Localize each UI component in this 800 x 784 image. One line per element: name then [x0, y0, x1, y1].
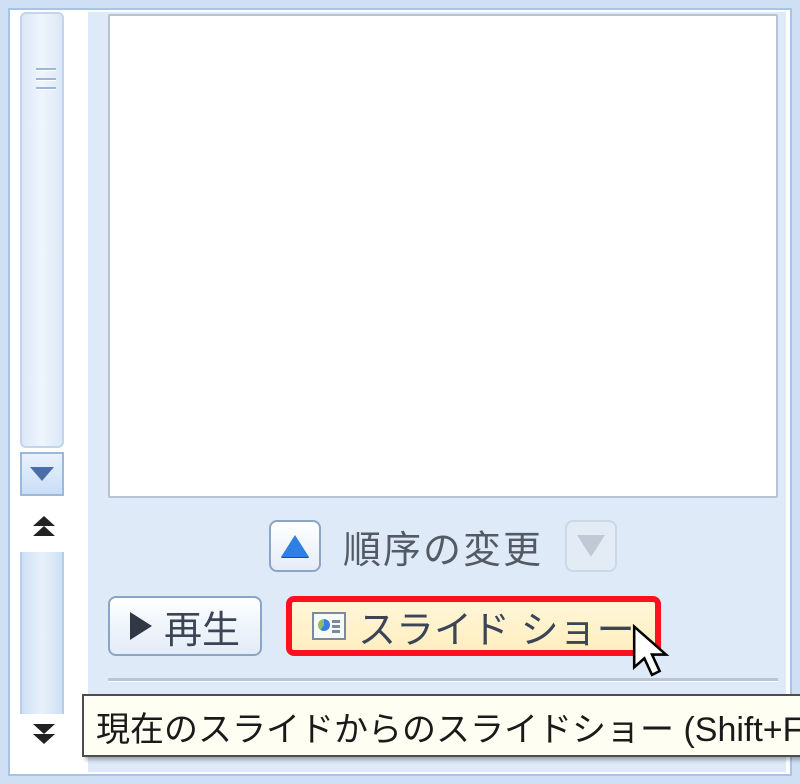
arrow-down-icon — [577, 535, 605, 557]
previous-slide-button[interactable] — [24, 512, 64, 542]
next-slide-button[interactable] — [24, 718, 64, 748]
action-row: 再生 スライド ショー — [108, 588, 778, 664]
section-divider — [108, 678, 778, 681]
reorder-row: 順序の変更 — [108, 514, 778, 578]
slides-scrollbar — [14, 12, 78, 772]
scrollbar-thumb[interactable] — [36, 68, 56, 90]
reorder-label: 順序の変更 — [343, 519, 543, 574]
chevron-down-icon — [30, 467, 54, 481]
play-label: 再生 — [164, 599, 240, 654]
slideshow-label: スライド ショー — [358, 599, 635, 654]
nav-scroll-track[interactable] — [20, 552, 64, 714]
reorder-up-button[interactable] — [269, 520, 321, 572]
slideshow-button[interactable]: スライド ショー — [286, 596, 661, 656]
animation-list[interactable] — [108, 14, 778, 498]
slideshow-icon — [312, 612, 346, 640]
play-icon — [130, 612, 152, 640]
scroll-down-button[interactable] — [20, 452, 64, 496]
arrow-up-icon — [281, 535, 309, 557]
scrollbar-track[interactable] — [20, 12, 64, 448]
reorder-down-button[interactable] — [565, 520, 617, 572]
play-button[interactable]: 再生 — [108, 596, 262, 656]
tooltip: 現在のスライドからのスライドショー (Shift+F5) — [82, 694, 800, 757]
